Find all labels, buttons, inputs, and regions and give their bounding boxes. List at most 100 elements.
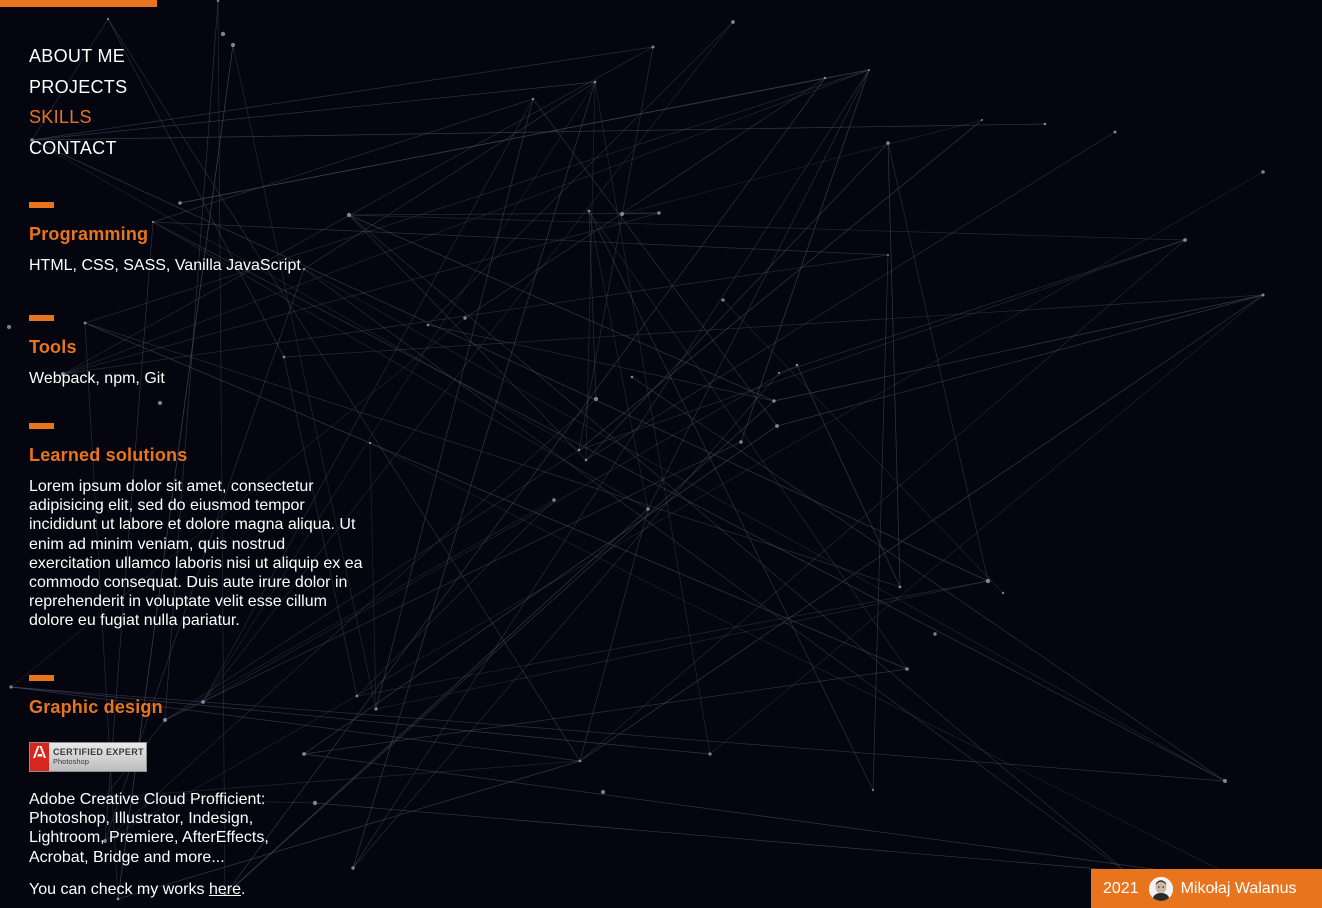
network-node [346,212,352,218]
page: ABOUT ME PROJECTS SKILLS CONTACT Program… [0,0,1322,908]
network-line [352,372,780,869]
network-line [303,668,908,755]
network-line [369,442,377,710]
network-line [375,98,534,710]
network-node [426,323,430,327]
network-node [823,76,827,80]
network-node [657,211,661,215]
works-link[interactable]: here [209,881,241,898]
network-node [220,31,226,37]
network-line [31,123,1046,141]
network-node [1113,130,1117,134]
network-node [351,866,355,870]
network-node [587,209,591,213]
nav-item-contact[interactable]: CONTACT [29,133,127,164]
works-suffix: . [240,881,246,898]
network-node [708,752,712,756]
network-node [886,141,890,145]
nav-item-skills[interactable]: SKILLS [29,102,127,133]
section-accent-bar [29,423,54,429]
network-line [464,77,826,319]
adobe-logo-icon [30,743,49,771]
network-line [722,299,1004,594]
network-node [151,220,155,224]
network-node [106,17,110,21]
badge-product: Photoshop [53,757,89,766]
network-line [352,69,870,869]
network-node [887,254,889,256]
network-node [230,42,236,48]
network-line [887,142,989,582]
network-line [152,221,889,256]
section-text-tools: Webpack, npm, Git [29,370,165,387]
network-node [981,119,983,121]
network-line [352,81,596,869]
network-line [647,69,870,510]
network-node [775,424,779,428]
footer-year: 2021 [1103,879,1139,897]
network-node [721,298,725,302]
network-node [646,507,650,511]
network-line [356,580,989,697]
network-line [84,69,870,324]
network-node [374,707,378,711]
network-line [579,239,1186,762]
network-node [531,97,535,101]
network-line [585,131,1116,461]
section-title-programming: Programming [29,224,149,244]
nav-item-about-me[interactable]: ABOUT ME [29,41,127,72]
network-node [157,400,163,406]
network-node [985,578,991,584]
network-node [302,752,306,756]
network-node [871,788,875,792]
section-title-graphic-design: Graphic design [29,697,163,717]
network-line [887,142,901,588]
network-node [163,718,167,722]
network-node [772,399,776,403]
nav-item-projects[interactable]: PROJECTS [29,72,127,103]
network-line [348,212,660,216]
section-accent-bar [29,202,54,208]
network-line [31,139,580,451]
works-prefix: You can check my works [29,881,209,898]
footer-author-badge[interactable]: 2021 Mikołaj Walanus [1091,869,1322,908]
network-line [796,364,901,588]
main-navigation: ABOUT ME PROJECTS SKILLS CONTACT [29,41,127,164]
network-line [588,210,874,791]
network-node [619,211,625,217]
network-node [584,458,588,462]
network-line [303,268,1226,782]
network-line [427,21,734,326]
network-background [7,0,1265,901]
network-node [302,267,306,271]
top-accent-bar [0,0,157,7]
network-line [62,212,660,375]
network-line [588,210,597,400]
network-node [1183,238,1187,242]
network-node [777,371,781,375]
network-node [1223,779,1227,783]
network-node [593,396,599,402]
network-node [795,363,799,367]
network-node [1043,122,1047,126]
section-text-learned-solutions: Lorem ipsum dolor sit amet, consectetur … [29,478,363,630]
section-title-learned-solutions: Learned solutions [29,445,188,465]
network-node [868,69,870,71]
network-node [368,441,372,445]
network-line [107,18,581,762]
network-node [601,790,605,794]
network-node [1001,591,1005,595]
network-node [898,585,902,589]
network-node [355,694,359,698]
network-line [585,142,889,461]
network-line [179,69,870,204]
section-accent-bar [29,675,54,681]
works-line: You can check my works here. [29,880,245,899]
network-node [739,440,743,444]
network-line [588,210,649,510]
footer-author-name: Mikołaj Walanus [1180,879,1297,897]
network-line [778,239,1186,374]
network-node [577,448,581,452]
network-line [303,81,596,270]
network-line [588,210,908,670]
